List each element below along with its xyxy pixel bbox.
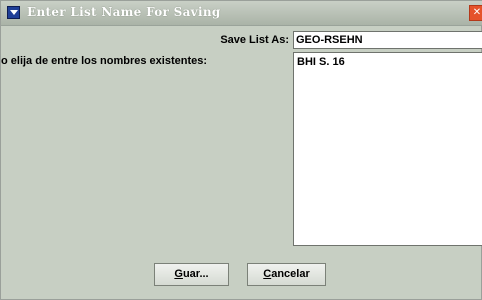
save-button-label: uar... — [182, 268, 209, 280]
list-icon — [7, 6, 20, 19]
existing-names-list[interactable]: BHI S. 16 — [293, 52, 482, 246]
existing-names-label: o elija de entre los nombres existentes: — [1, 55, 208, 67]
save-mnemonic: G — [174, 268, 183, 280]
window-title: Enter List Name For Saving — [27, 5, 221, 19]
close-icon[interactable]: ✕ — [469, 5, 482, 21]
title-bar[interactable]: Enter List Name For Saving ✕ — [1, 1, 482, 26]
cancel-button[interactable]: Cancelar — [247, 263, 326, 286]
cancel-mnemonic: C — [263, 268, 272, 280]
save-list-label: Save List As: — [220, 34, 289, 46]
save-list-dialog: Enter List Name For Saving ✕ Save List A… — [0, 0, 482, 300]
cancel-button-label: ancelar — [271, 268, 310, 280]
save-button[interactable]: Guar... — [154, 263, 229, 286]
list-item[interactable]: BHI S. 16 — [294, 53, 482, 68]
list-name-input[interactable] — [293, 31, 482, 49]
